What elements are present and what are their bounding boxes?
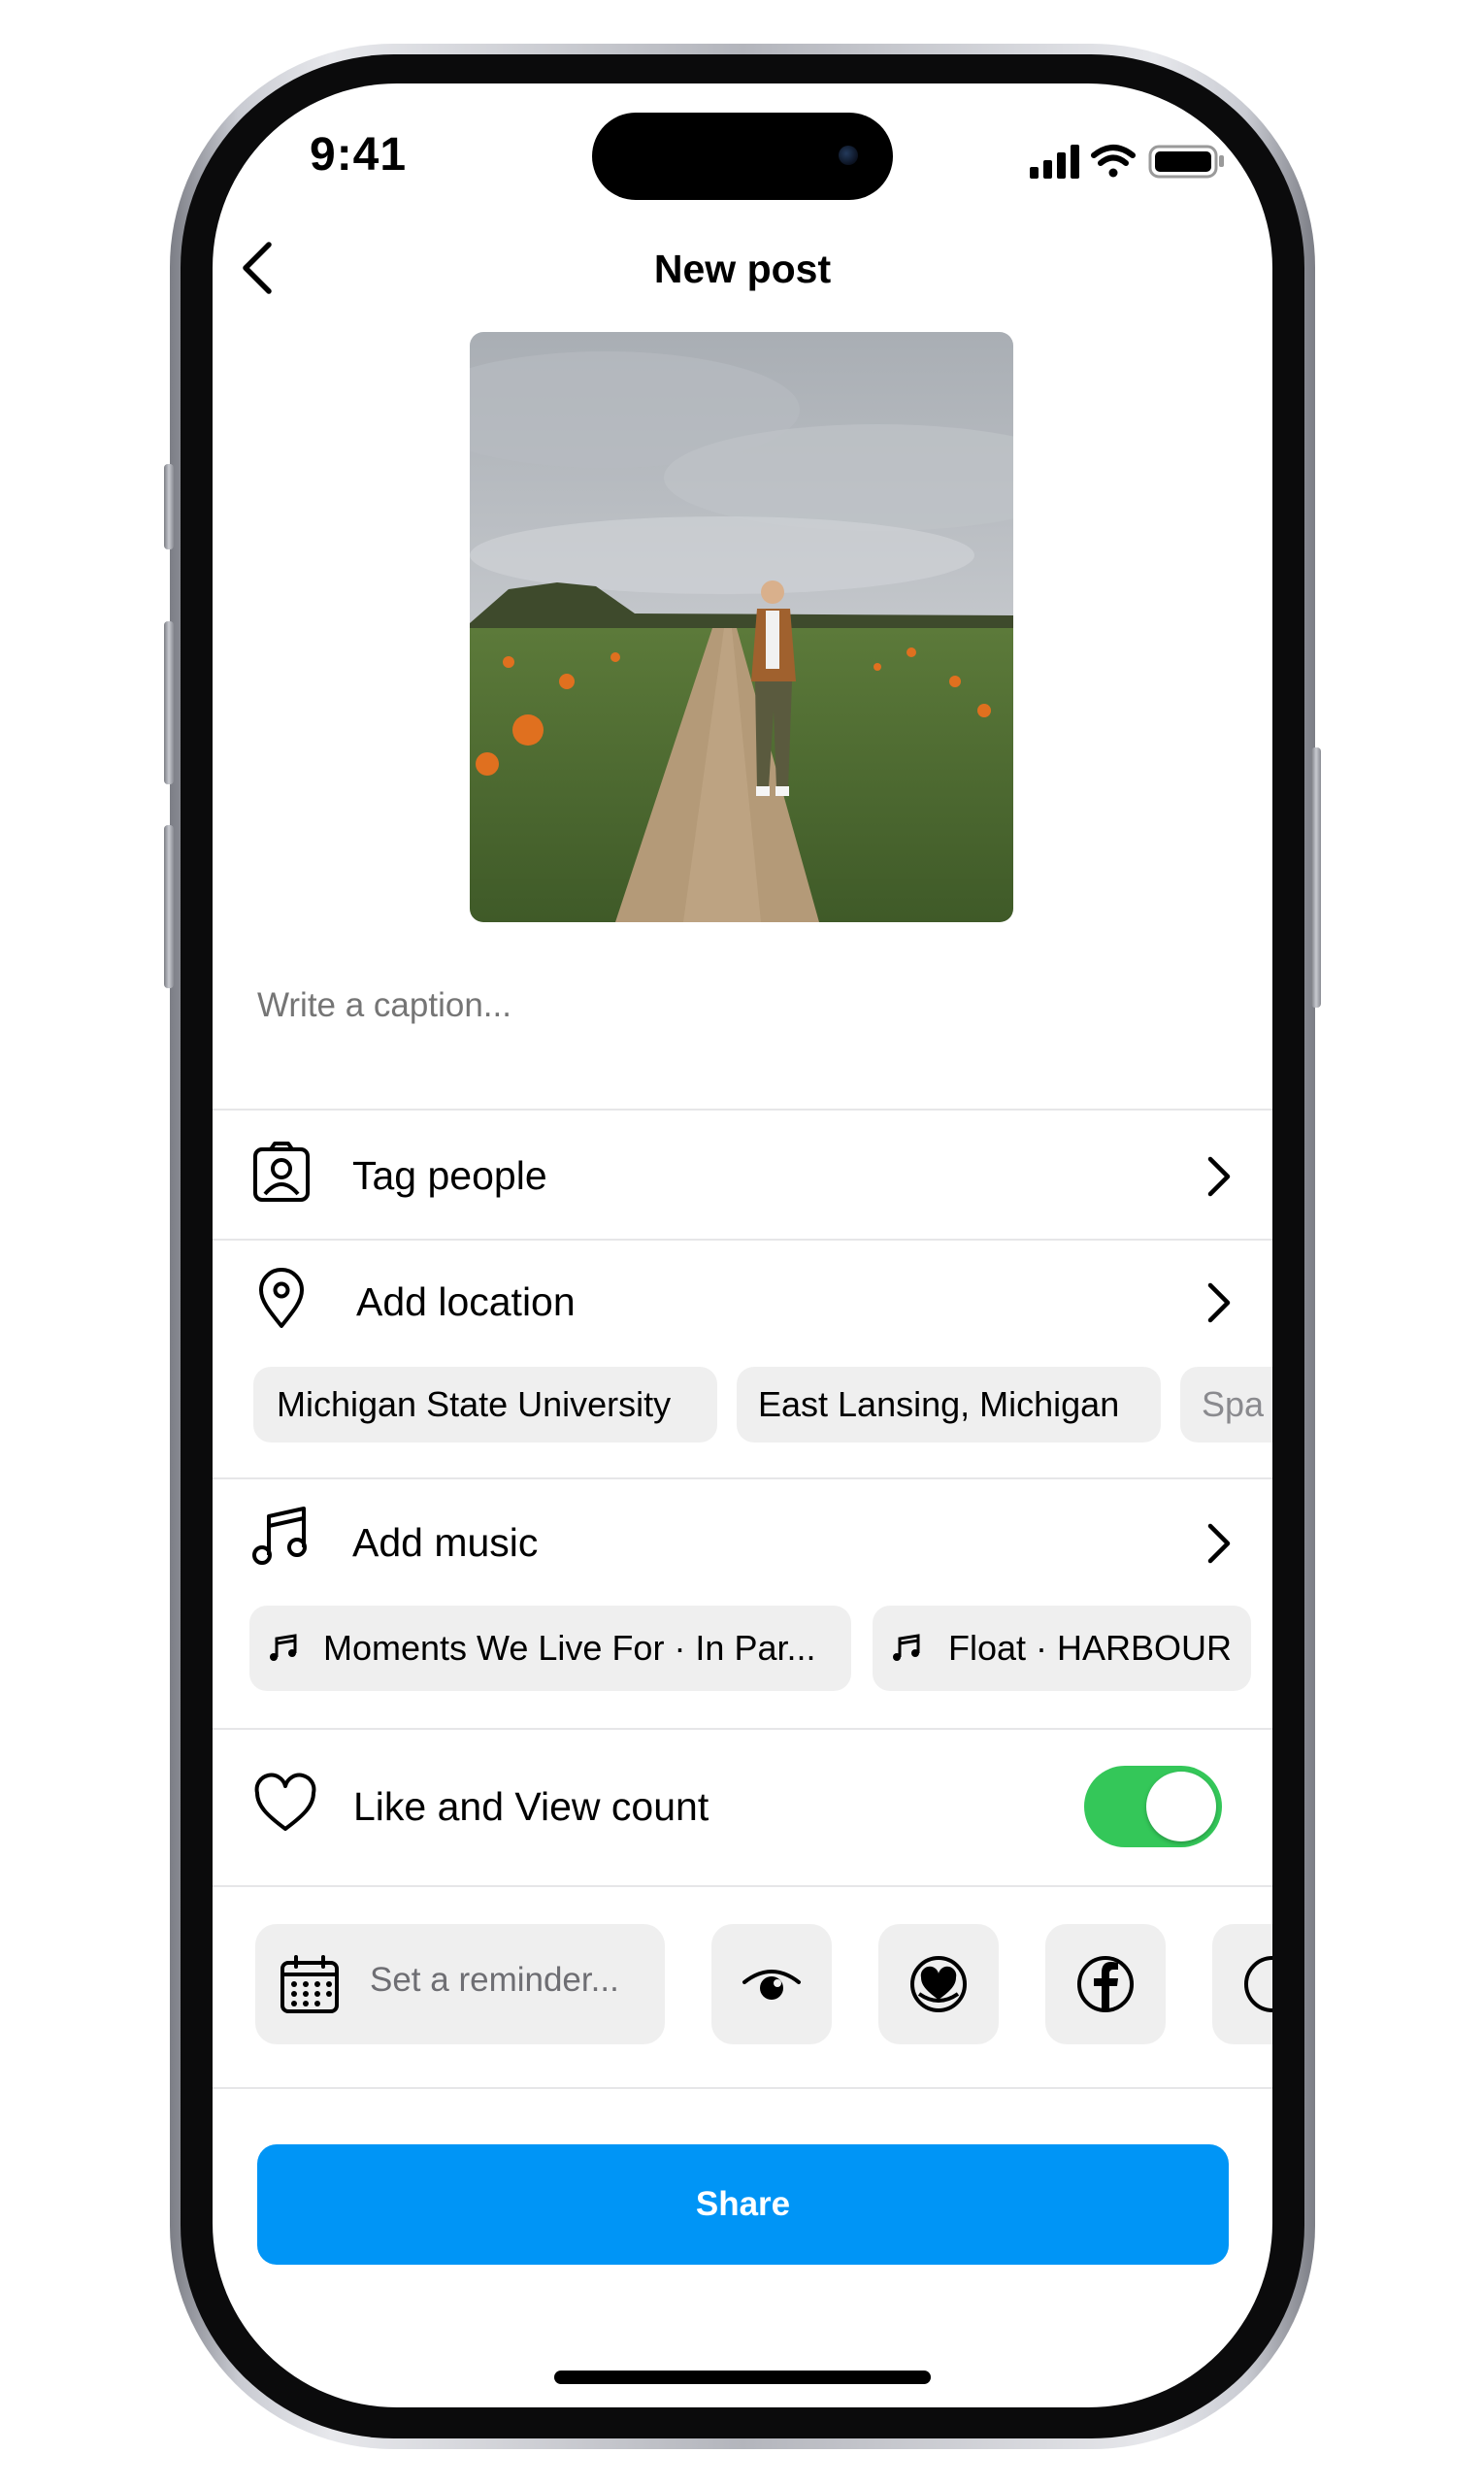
eye-button[interactable] — [711, 1924, 832, 2044]
calendar-icon — [280, 1955, 339, 2013]
location-suggestion-chip[interactable]: Michigan State University — [253, 1367, 717, 1442]
location-pin-icon — [259, 1268, 304, 1328]
toggle-knob — [1146, 1772, 1216, 1841]
post-photo[interactable] — [470, 332, 1013, 922]
eye-icon — [742, 1970, 801, 2000]
more-share-button[interactable] — [1212, 1924, 1272, 2044]
divider — [213, 2087, 1272, 2089]
status-time: 9:41 — [310, 129, 408, 181]
reminder-placeholder: Set a reminder... — [370, 1961, 619, 1999]
music-note-icon — [252, 1507, 307, 1565]
add-location-row[interactable]: Add location — [213, 1241, 1272, 1357]
facebook-share-button[interactable] — [1045, 1924, 1166, 2044]
screen: 9:41 New post Write a caption... Tag peo… — [213, 83, 1272, 2407]
location-suggestion-chip[interactable]: Spa — [1180, 1367, 1272, 1442]
music-suggestion-chip[interactable]: Moments We Live For · In Par... — [249, 1606, 851, 1691]
chip-label: East Lansing, Michigan — [758, 1384, 1120, 1424]
wifi-icon — [1091, 145, 1136, 178]
dynamic-island — [592, 113, 893, 200]
chevron-right-icon — [1207, 1282, 1231, 1323]
like-view-count-toggle[interactable] — [1084, 1766, 1222, 1847]
add-music-label: Add music — [352, 1520, 539, 1565]
front-camera — [839, 146, 858, 165]
status-icons — [1030, 145, 1224, 179]
chevron-right-icon — [1207, 1156, 1231, 1197]
music-note-icon — [270, 1634, 297, 1661]
tag-user-icon — [253, 1142, 310, 1202]
tag-people-row[interactable]: Tag people — [213, 1111, 1272, 1239]
volume-up-button — [164, 621, 174, 784]
add-music-row[interactable]: Add music — [213, 1479, 1272, 1600]
chip-label: Moments We Live For · In Par... — [323, 1628, 816, 1668]
heart-badge-icon — [910, 1956, 967, 2012]
share-option-icon — [1244, 1956, 1272, 2012]
close-friends-button[interactable] — [878, 1924, 999, 2044]
tag-people-label: Tag people — [352, 1153, 547, 1198]
share-button[interactable]: Share — [257, 2144, 1229, 2265]
location-suggestion-chip[interactable]: East Lansing, Michigan — [737, 1367, 1161, 1442]
chip-label: Spa — [1202, 1384, 1265, 1424]
chip-label: Float · HARBOUR — [948, 1628, 1233, 1668]
volume-down-button — [164, 825, 174, 988]
battery-icon — [1148, 145, 1224, 179]
caption-input[interactable] — [257, 986, 1228, 1025]
add-location-label: Add location — [356, 1279, 576, 1324]
like-view-count-label: Like and View count — [353, 1784, 709, 1829]
facebook-icon — [1077, 1956, 1134, 2012]
page-title: New post — [653, 247, 832, 291]
music-note-icon — [893, 1634, 920, 1661]
action-button — [164, 464, 174, 549]
heart-icon — [254, 1773, 316, 1831]
chip-label: Michigan State University — [277, 1384, 672, 1424]
music-suggestion-chip[interactable]: Float · HARBOUR — [873, 1606, 1251, 1691]
divider — [213, 1885, 1272, 1887]
chevron-right-icon — [1207, 1523, 1231, 1564]
home-indicator[interactable] — [554, 2371, 931, 2384]
set-reminder-button[interactable]: Set a reminder... — [255, 1924, 665, 2044]
cellular-signal-icon — [1030, 145, 1079, 179]
power-button — [1311, 747, 1321, 1008]
